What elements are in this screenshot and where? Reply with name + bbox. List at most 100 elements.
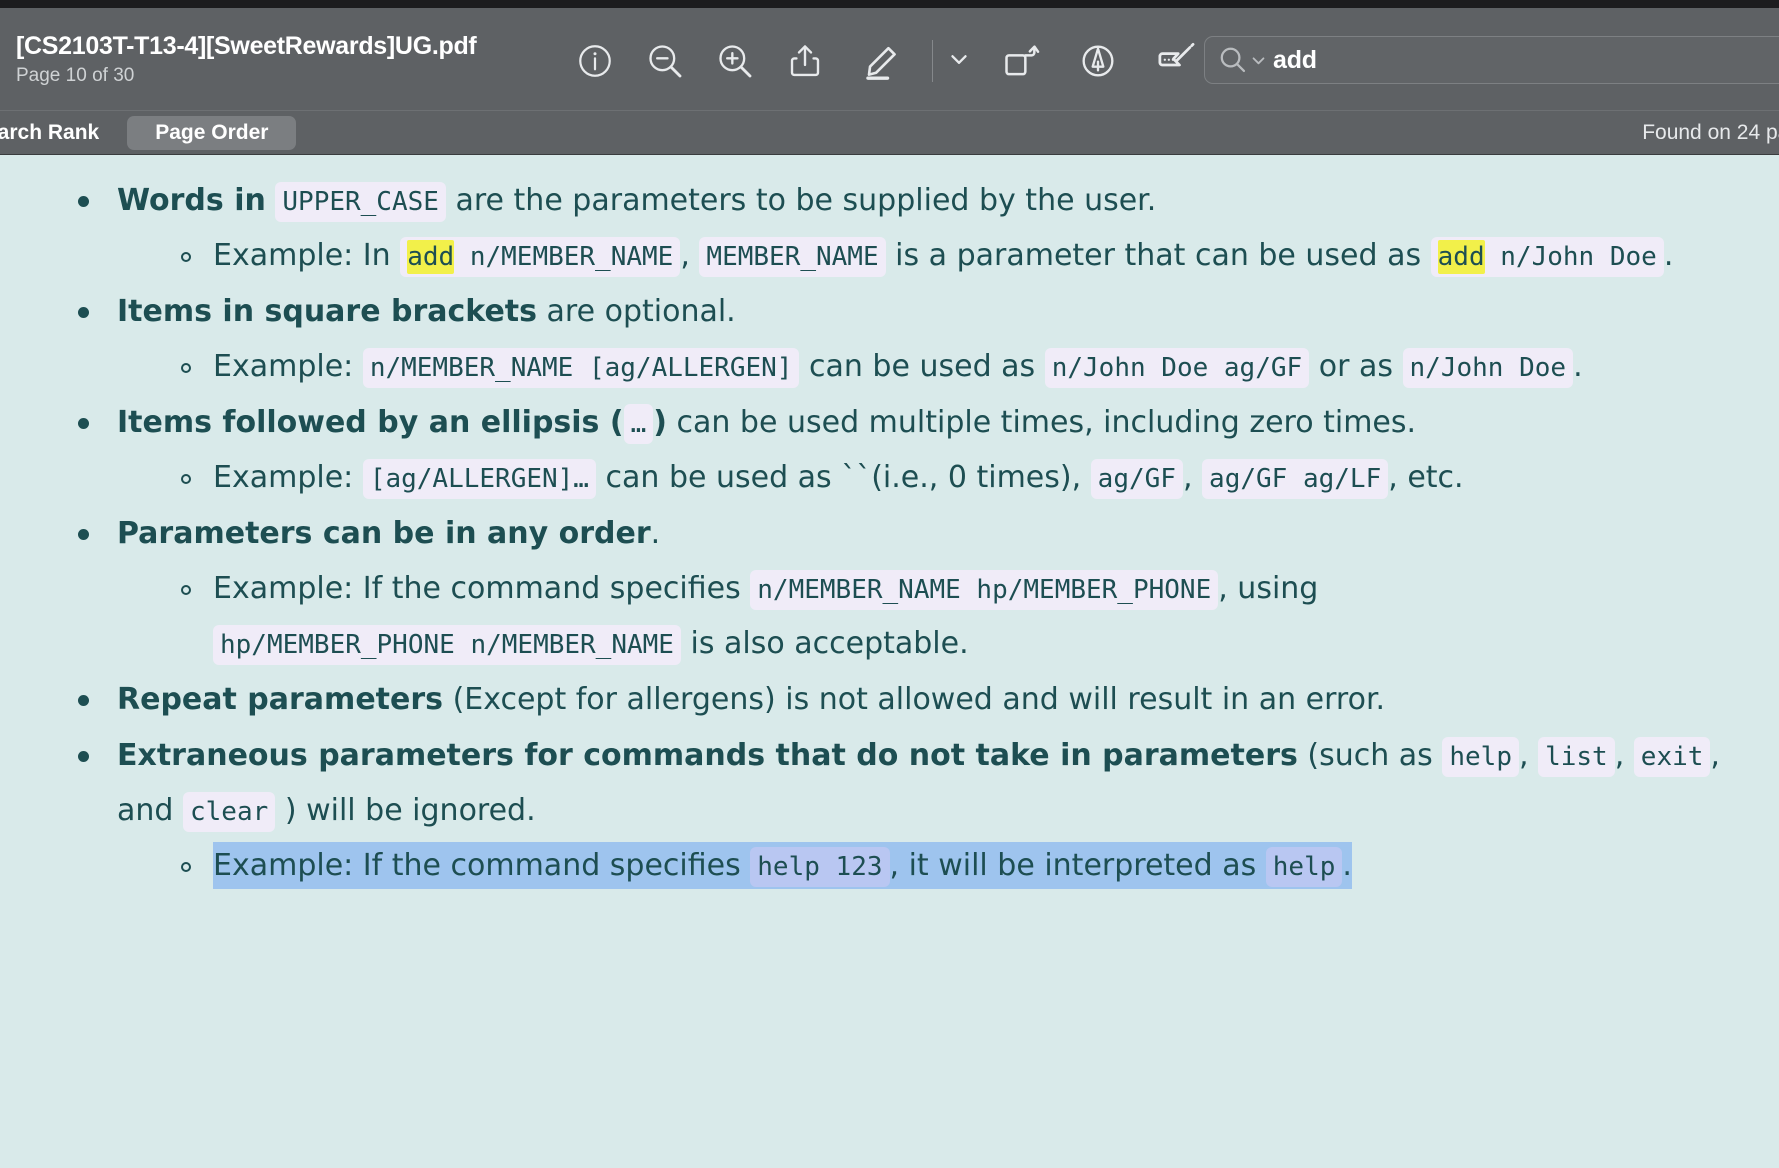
code-add-member-name-rest: n/MEMBER_NAME: [454, 242, 674, 272]
example-text-3a: can be used as ``(i.e., 0 times),: [605, 460, 1082, 495]
period-6: .: [1342, 848, 1352, 883]
period-1: .: [1663, 238, 1674, 273]
pdf-page-content[interactable]: Words in UPPER_CASE are the parameters t…: [0, 155, 1779, 1168]
code-name-optional-allergen: n/MEMBER_NAME [ag/ALLERGEN]: [362, 348, 800, 388]
comma-6b: ,: [1614, 738, 1625, 773]
search-results-bar: Search Rank Page Order Found on 24 pag: [0, 111, 1779, 155]
code-ag-gf-ag-lf: ag/GF ag/LF: [1202, 459, 1389, 499]
bullet-list-level2: Example: n/MEMBER_NAME [ag/ALLERGEN] can…: [117, 339, 1779, 394]
comma-6a: ,: [1518, 738, 1529, 773]
bullet-3-lead: Items followed by an ellipsis (: [117, 405, 624, 440]
found-count-label: Found on 24 pag: [1642, 120, 1779, 144]
markup-pen-icon: [862, 40, 904, 82]
selected-text-region[interactable]: Example: If the command specifies help 1…: [213, 842, 1352, 889]
example-text-4b: is also acceptable.: [690, 626, 969, 661]
bullet-list-level2: Example: If the command specifies n/MEMB…: [117, 561, 1779, 671]
example-help-123: Example: If the command specifies help 1…: [159, 838, 1779, 893]
bullet-3-tail: can be used multiple times, including ze…: [676, 405, 1417, 440]
annotate-icon: [1078, 41, 1118, 81]
code-add-john-doe-rest: n/John Doe: [1484, 242, 1657, 272]
zoom-in-icon: [715, 41, 755, 81]
code-ag-gf: ag/GF: [1090, 459, 1183, 499]
bullet-list-level2: Example: [ag/ALLERGEN]… can be used as `…: [117, 450, 1779, 505]
sort-option-search-rank[interactable]: Search Rank: [0, 116, 127, 150]
markup-toolbar-button[interactable]: [840, 30, 926, 92]
bullet-any-order: Parameters can be in any order. Example:…: [70, 506, 1779, 671]
bullet-6-lead: Extraneous parameters for commands that …: [117, 738, 1298, 773]
example-label-2: Example:: [213, 349, 354, 384]
rotate-icon: [1001, 41, 1041, 81]
code-john-doe-gf: n/John Doe ag/GF: [1044, 348, 1310, 388]
bullet-5-tail: (Except for allergens) is not allowed an…: [452, 682, 1386, 717]
comma-1: ,: [680, 238, 690, 273]
rotate-button[interactable]: [979, 30, 1063, 92]
document-title-block: [CS2103T-T13-4][SweetRewards]UG.pdf Page…: [0, 32, 560, 87]
code-member-name: MEMBER_NAME: [699, 237, 886, 277]
document-title: [CS2103T-T13-4][SweetRewards]UG.pdf: [16, 31, 477, 60]
bullet-4-lead: Parameters can be in any order: [117, 516, 651, 551]
zoom-out-button[interactable]: [630, 30, 700, 92]
example-param-order: Example: If the command specifies n/MEMB…: [159, 561, 1779, 671]
example-text-2a: can be used as: [809, 349, 1036, 384]
search-hit-add-2: add: [1437, 240, 1485, 274]
signature-icon: [1154, 39, 1198, 83]
pdf-viewer-window: [CS2103T-T13-4][SweetRewards]UG.pdf Page…: [0, 0, 1779, 1168]
bullet-2-lead: Items in square brackets: [117, 294, 537, 329]
bullet-6-tail2: ) will be ignored.: [284, 793, 536, 828]
markup-dropdown-button[interactable]: [939, 30, 979, 92]
code-help: help: [1442, 737, 1519, 777]
magnifier-chevron-icon[interactable]: [1217, 44, 1267, 76]
example-label-6: Example: If the command specifies: [213, 848, 741, 883]
chevron-down-icon: [946, 46, 972, 77]
bullet-words-in-upper-case: Words in UPPER_CASE are the parameters t…: [70, 173, 1779, 283]
page-status-label: Page 10 of 30: [16, 64, 135, 86]
example-add-member-name: Example: In add n/MEMBER_NAME, MEMBER_NA…: [159, 228, 1779, 283]
code-list: list: [1538, 737, 1615, 777]
bullet-list-level1: Words in UPPER_CASE are the parameters t…: [0, 173, 1779, 893]
example-text-1: is a parameter that can be used as: [895, 238, 1422, 273]
sort-option-page-order[interactable]: Page Order: [127, 115, 297, 150]
bullet-1-lead: Words in: [117, 183, 266, 218]
bullet-ellipsis: Items followed by an ellipsis (…) can be…: [70, 395, 1779, 505]
code-clear: clear: [183, 792, 276, 832]
main-toolbar: [CS2103T-T13-4][SweetRewards]UG.pdf Page…: [0, 8, 1779, 111]
bullet-3-lead2: ): [653, 405, 667, 440]
period-2: .: [1573, 349, 1583, 384]
search-field[interactable]: add: [1204, 36, 1779, 84]
code-ellipsis: …: [623, 404, 654, 444]
annotate-button[interactable]: [1063, 30, 1133, 92]
example-label-1: Example: In: [213, 238, 391, 273]
example-label-3: Example:: [213, 460, 354, 495]
code-allergen-ellipsis: [ag/ALLERGEN]…: [362, 459, 596, 499]
window-titlebar-strip: [0, 0, 1779, 8]
bullet-2-tail: are optional.: [546, 294, 736, 329]
code-help-123: help 123: [750, 847, 890, 887]
bullet-list-level2: Example: If the command specifies help 1…: [117, 838, 1779, 893]
comma-3a: ,: [1182, 460, 1193, 495]
share-icon: [786, 42, 824, 80]
zoom-in-button[interactable]: [700, 30, 770, 92]
search-input-value[interactable]: add: [1273, 46, 1317, 75]
comma-3b: ,: [1388, 460, 1398, 495]
share-button[interactable]: [770, 30, 840, 92]
bullet-list-level2: Example: In add n/MEMBER_NAME, MEMBER_NA…: [117, 228, 1779, 283]
bullet-6-tail: (such as: [1307, 738, 1433, 773]
example-text-4a: , using: [1218, 571, 1319, 606]
code-help-2: help: [1265, 847, 1343, 887]
example-text-6a: , it will be interpreted as: [889, 848, 1257, 883]
example-ellipsis-usage: Example: [ag/ALLERGEN]… can be used as `…: [159, 450, 1779, 505]
bullet-5-lead: Repeat parameters: [117, 682, 444, 717]
document-body: Words in UPPER_CASE are the parameters t…: [0, 173, 1779, 893]
bullet-4-tail: .: [650, 516, 661, 551]
info-button[interactable]: [560, 30, 630, 92]
zoom-out-icon: [645, 41, 685, 81]
example-text-3b: etc.: [1407, 460, 1464, 495]
code-upper-case: UPPER_CASE: [275, 182, 446, 222]
bullet-square-brackets: Items in square brackets are optional. E…: [70, 284, 1779, 394]
example-text-2b: or as: [1318, 349, 1393, 384]
toolbar-divider: [932, 40, 933, 82]
search-sort-segmented-control[interactable]: Search Rank Page Order: [0, 115, 297, 150]
bullet-1-tail: are the parameters to be supplied by the…: [455, 183, 1157, 218]
code-name-phone: n/MEMBER_NAME hp/MEMBER_PHONE: [750, 570, 1219, 610]
code-add-member-name: add n/MEMBER_NAME: [400, 237, 681, 277]
